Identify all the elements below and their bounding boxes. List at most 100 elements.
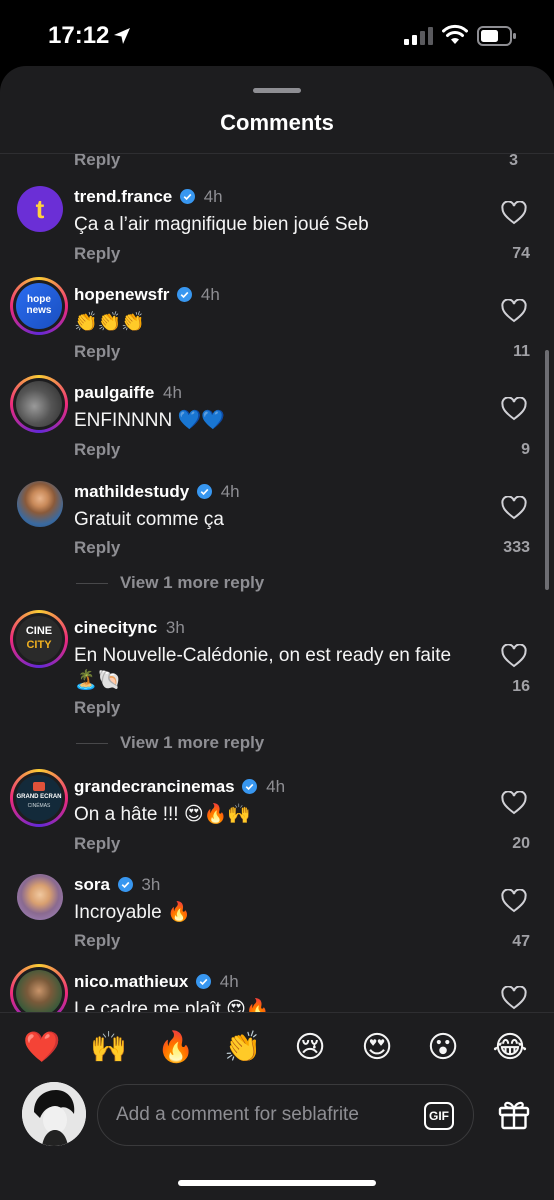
heart-icon[interactable] [501,986,527,1010]
location-arrow-icon [114,28,130,44]
comment-text: 👏👏👏 [74,312,145,333]
comment-text: Le cadre me plaît 😍🔥 [74,999,270,1012]
heart-icon[interactable] [501,644,527,668]
gif-button[interactable]: GIF [424,1102,454,1130]
reply-button[interactable]: Reply [74,834,120,854]
view-more-label: View 1 more reply [120,573,265,592]
comment-meta: grandecrancinemas 4h [74,777,285,797]
username[interactable]: nico.mathieux [74,972,188,991]
like-count: 74 [512,245,530,262]
like-count: 20 [512,835,530,852]
username[interactable]: mathildestudy [74,482,189,501]
comment-text: Gratuit comme ça [74,509,224,530]
heart-icon[interactable] [501,496,527,520]
timestamp: 4h [200,285,220,304]
emoji-heart-button[interactable]: ❤️ [20,1026,64,1070]
like-count: 16 [512,678,530,695]
home-indicator[interactable] [178,1180,376,1186]
view-more-label: View 1 more reply [120,733,265,752]
verified-badge-icon [196,974,212,989]
emoji-laughing-button[interactable]: 😂 [488,1026,532,1070]
comment-text: On a hâte !!! 😍🔥🙌 [74,804,251,825]
avatar[interactable] [10,964,68,1012]
emoji-clap-button[interactable]: 👏 [221,1026,265,1070]
comment-meta: trend.france 4h [74,187,223,207]
gift-icon[interactable] [497,1097,531,1131]
username[interactable]: grandecrancinemas [74,777,235,796]
sheet-grabber[interactable] [253,88,301,93]
verified-badge-icon [179,189,195,204]
like-count: 47 [512,933,530,950]
avatar[interactable] [10,375,68,433]
cellular-signal-icon [404,27,433,45]
timestamp: 4h [163,383,182,402]
timestamp: 3h [165,618,185,637]
avatar[interactable]: CINE CITY [10,610,68,668]
username[interactable]: paulgaiffe [74,383,154,402]
comment-text: En Nouvelle-Calédonie, on est ready en f… [74,645,452,691]
scrollbar[interactable] [545,350,549,590]
view-more-replies[interactable]: View 1 more reply [76,573,264,593]
comment-text: Ça a l’air magnifique bien joué Seb [74,214,369,235]
timestamp: 4h [203,187,223,206]
timestamp: 4h [220,482,240,501]
comment-text: ENFINNNN 💙💙 [74,410,225,431]
username[interactable]: trend.france [74,187,172,206]
username[interactable]: hopenewsfr [74,285,169,304]
comment-meta: paulgaiffe 4h [74,383,182,403]
like-count: 11 [513,343,530,360]
status-bar: 17:12 [0,0,554,70]
avatar-label: GRAND ECRAN [16,794,62,800]
heart-icon[interactable] [501,299,527,323]
reply-button[interactable]: Reply [74,244,120,264]
avatar[interactable]: t [17,186,63,232]
verified-badge-icon [177,287,193,302]
timestamp: 3h [141,875,161,894]
heart-icon[interactable] [501,791,527,815]
avatar[interactable] [17,874,63,920]
username[interactable]: cinecitync [74,618,157,637]
battery-icon [477,26,516,46]
avatar[interactable]: GRAND ECRAN CINÉMAS [10,769,68,827]
sheet-title: Comments [220,110,334,135]
like-count: 9 [521,441,530,458]
timestamp: 4h [219,972,239,991]
reply-button[interactable]: Reply [74,931,120,951]
emoji-reaction-bar: ❤️ 🙌 🔥 👏 😢 😍 😮 😂 [0,1026,554,1070]
reply-button[interactable]: Reply [74,698,120,718]
emoji-bar-divider [0,1012,554,1013]
heart-icon[interactable] [501,397,527,421]
emoji-heart-eyes-button[interactable]: 😍 [355,1026,399,1070]
heart-icon[interactable] [501,201,527,225]
emoji-fire-button[interactable]: 🔥 [154,1026,198,1070]
heart-icon[interactable] [501,889,527,913]
comment-meta: hopenewsfr 4h [74,285,220,305]
comment-meta: nico.mathieux 4h [74,972,239,992]
reply-button[interactable]: Reply [74,538,120,558]
avatar-label: news [26,305,52,316]
avatar-label: hope [27,294,51,305]
comment-input[interactable] [116,1099,406,1131]
verified-badge-icon [242,779,258,794]
reply-button[interactable]: Reply [74,342,120,362]
avatar[interactable] [17,481,63,527]
view-more-replies[interactable]: View 1 more reply [76,733,264,753]
verified-badge-icon [196,484,212,499]
reply-button[interactable]: Reply [74,440,120,460]
avatar-label: t [35,194,45,224]
verified-badge-icon [117,877,133,892]
avatar[interactable]: hope news [10,277,68,335]
comment-list[interactable]: Reply 3 t trend.france 4h Ça a l’air mag… [0,154,554,1012]
avatar-label: CINÉMAS [27,803,51,809]
user-avatar[interactable] [22,1082,86,1146]
emoji-raised-hands-button[interactable]: 🙌 [87,1026,131,1070]
user-avatar-image [22,1082,86,1146]
comments-sheet: Comments Reply 3 t trend.france 4h Ça a … [0,66,554,1200]
reply-button[interactable]: Reply [74,154,120,170]
username[interactable]: sora [74,875,110,894]
comment-meta: mathildestudy 4h [74,482,240,502]
like-count: 333 [503,539,530,556]
avatar-label: CITY [26,639,52,651]
emoji-surprised-button[interactable]: 😮 [421,1026,465,1070]
emoji-crying-button[interactable]: 😢 [288,1026,332,1070]
